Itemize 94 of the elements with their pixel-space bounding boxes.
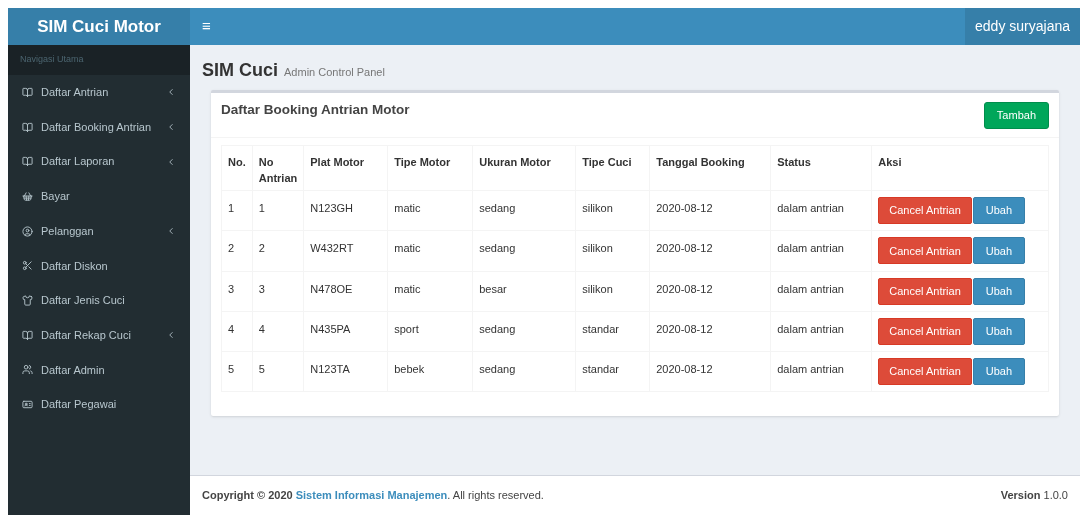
column-header: Plat Motor — [303, 145, 388, 191]
table-cell: 3 — [252, 271, 304, 312]
page-title: SIM Cuci — [202, 59, 278, 82]
edit-button[interactable]: Ubah — [972, 237, 1026, 265]
table-cell: 2020-08-12 — [649, 230, 771, 272]
table-cell: dalam antrian — [770, 190, 872, 231]
column-header: No. — [221, 145, 253, 191]
table-cell: 1 — [252, 190, 304, 231]
caret-icon — [166, 87, 176, 98]
table-cell: silikon — [575, 230, 650, 272]
cancel-button[interactable]: Cancel Antrian — [878, 358, 972, 386]
book-icon — [22, 156, 33, 168]
page-subtitle: Admin Control Panel — [284, 65, 385, 80]
table-cell: standar — [575, 351, 650, 392]
table-cell: sedang — [472, 230, 576, 272]
column-header: Aksi — [871, 145, 1049, 191]
version-text: Version 1.0.0 — [1000, 488, 1068, 504]
table-cell: 3 — [221, 271, 253, 312]
cancel-button[interactable]: Cancel Antrian — [878, 277, 972, 305]
table-cell: silikon — [575, 190, 650, 231]
edit-button[interactable]: Ubah — [972, 197, 1026, 224]
book-icon — [22, 86, 33, 98]
panel-title: Daftar Booking Antrian Motor — [221, 101, 410, 119]
edit-button[interactable]: Ubah — [972, 358, 1026, 386]
table-cell: bebek — [387, 351, 473, 392]
table-cell: dalam antrian — [770, 351, 872, 392]
table-cell: W432RT — [303, 230, 388, 272]
sidebar-item[interactable]: Daftar Diskon — [8, 248, 190, 284]
table-cell: 2020-08-12 — [649, 190, 771, 231]
table-cell: 2020-08-12 — [649, 311, 771, 352]
caret-icon — [166, 330, 176, 341]
column-header: Tipe Motor — [387, 145, 473, 191]
table-cell: 1 — [221, 190, 253, 231]
table-cell: 4 — [221, 311, 253, 352]
sidebar-item[interactable]: Daftar Laporan — [8, 144, 190, 180]
column-header: Tipe Cuci — [575, 145, 650, 191]
caret-icon — [166, 226, 176, 237]
sidebar-item[interactable]: Daftar Jenis Cuci — [8, 283, 190, 318]
users-icon — [22, 364, 33, 376]
edit-button[interactable]: Ubah — [972, 317, 1026, 345]
table-cell: sedang — [472, 190, 576, 231]
cancel-button[interactable]: Cancel Antrian — [878, 317, 972, 345]
sidebar-item[interactable]: Daftar Antrian — [8, 75, 190, 110]
sidebar-item[interactable]: Daftar Booking Antrian — [8, 109, 190, 145]
sidebar-item[interactable]: Bayar — [8, 179, 190, 214]
table-cell: standar — [575, 311, 650, 352]
table-cell: matic — [387, 271, 473, 312]
edit-button[interactable]: Ubah — [972, 277, 1026, 305]
table-cell: besar — [472, 271, 576, 312]
column-header: No Antrian — [252, 145, 304, 191]
book-icon — [22, 121, 33, 133]
table-cell: 2020-08-12 — [649, 351, 771, 392]
brand-logo[interactable]: SIM Cuci Motor — [8, 8, 190, 45]
basket-icon — [22, 190, 33, 202]
sidebar-item[interactable]: Daftar Admin — [8, 352, 190, 388]
table-cell: N478OE — [303, 271, 388, 312]
sidebar-item[interactable]: Daftar Rekap Cuci — [8, 317, 190, 353]
table-cell: dalam antrian — [770, 311, 872, 352]
book-icon — [22, 329, 33, 341]
table-cell: sedang — [472, 351, 576, 392]
table-cell: sedang — [472, 311, 576, 352]
table-cell: 4 — [252, 311, 304, 352]
sidebar-item[interactable]: Daftar Pegawai — [8, 387, 190, 422]
caret-icon — [166, 156, 176, 167]
caret-icon — [166, 122, 176, 133]
table-cell: 2020-08-12 — [649, 271, 771, 312]
table-cell: N123TA — [303, 351, 388, 392]
table-cell: matic — [387, 190, 473, 231]
scissors-icon — [22, 260, 33, 272]
table-cell: 2 — [221, 230, 253, 272]
menu-toggle[interactable]: ≡ — [190, 8, 223, 45]
table-cell: dalam antrian — [770, 271, 872, 312]
column-header: Ukuran Motor — [472, 145, 576, 191]
id-card-icon — [22, 399, 33, 411]
table-cell: sport — [387, 311, 473, 352]
table-cell: dalam antrian — [770, 230, 872, 272]
table-cell: 5 — [221, 351, 253, 392]
table-cell: N123GH — [303, 190, 388, 231]
cancel-button[interactable]: Cancel Antrian — [878, 237, 972, 265]
table-cell: N435PA — [303, 311, 388, 352]
copyright-text: Copyright © 2020 Sistem Informasi Manajemen. All rights reserved. — [202, 488, 544, 504]
column-header: Status — [770, 145, 872, 191]
sidebar-item[interactable]: Pelanggan — [8, 213, 190, 249]
table-cell: matic — [387, 230, 473, 272]
sidebar-heading: Navigasi Utama — [8, 45, 190, 75]
column-header: Tanggal Booking — [649, 145, 771, 191]
table-cell: silikon — [575, 271, 650, 312]
user-menu[interactable]: eddy suryajana — [965, 8, 1080, 45]
cancel-button[interactable]: Cancel Antrian — [878, 197, 972, 224]
shirt-icon — [22, 294, 33, 306]
add-button[interactable]: Tambah — [983, 102, 1049, 129]
table-cell: 5 — [252, 351, 304, 392]
user-icon — [22, 225, 33, 237]
table-cell: 2 — [252, 230, 304, 272]
